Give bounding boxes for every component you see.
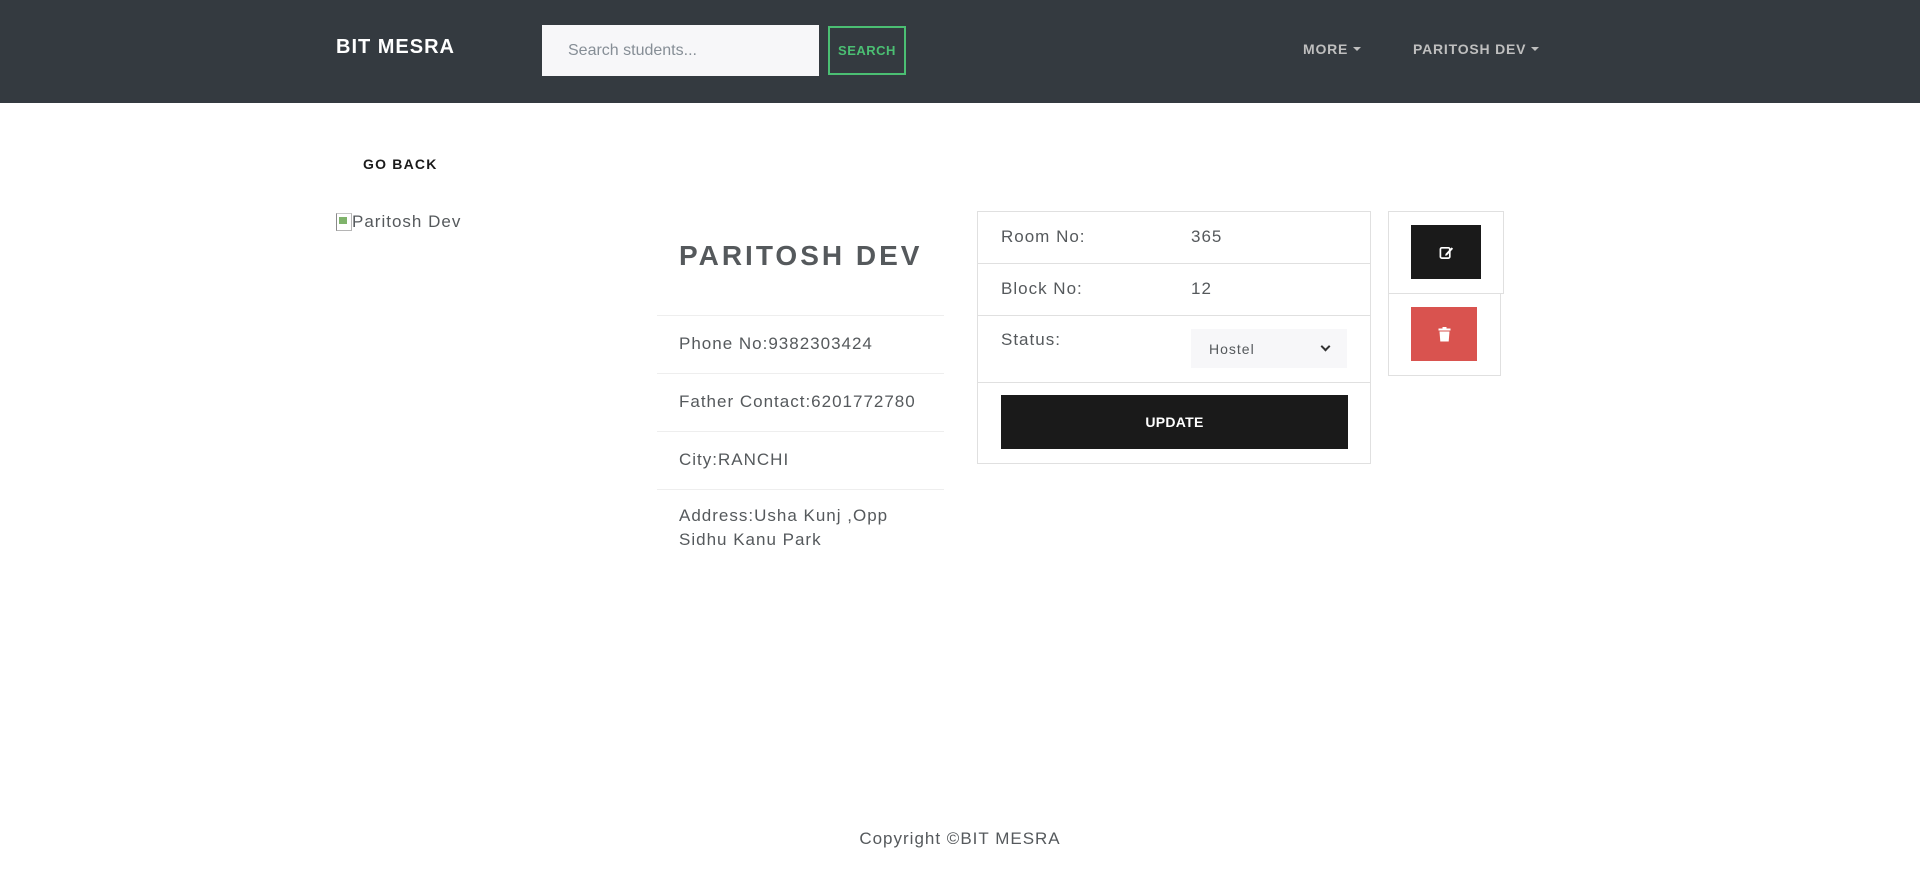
update-button[interactable]: UPDATE [1001, 395, 1348, 449]
status-label: Status: [1001, 330, 1061, 349]
status-selected-value: Hostel [1209, 340, 1255, 357]
trash-icon [1438, 326, 1450, 341]
edit-button[interactable] [1411, 225, 1481, 279]
father-contact-item: Father Contact:6201772780 [657, 373, 944, 431]
edit-icon [1439, 246, 1453, 259]
room-card: Room No: 365 Block No: 12 Status: Hostel… [977, 211, 1371, 464]
go-back-button[interactable]: GO BACK [363, 156, 438, 172]
more-dropdown-label: MORE [1303, 41, 1349, 57]
caret-down-icon [1531, 47, 1540, 51]
caret-down-icon [1353, 47, 1362, 51]
block-no-label: Block No: [1001, 279, 1083, 298]
footer-copyright: Copyright ©BIT MESRA [859, 829, 1061, 848]
address-item: Address:Usha Kunj ,Opp Sidhu Kanu Park [657, 489, 944, 569]
user-dropdown[interactable]: PARITOSH DEV [1413, 41, 1540, 57]
user-dropdown-label: PARITOSH DEV [1413, 41, 1527, 57]
chevron-down-icon [1320, 341, 1331, 352]
block-no-value: 12 [1191, 279, 1212, 298]
status-select[interactable]: Hostel [1191, 329, 1347, 368]
city-item: City:RANCHI [657, 431, 944, 489]
brand-logo[interactable]: BIT MESRA [336, 36, 455, 59]
student-photo: Paritosh Dev [336, 212, 461, 232]
more-dropdown[interactable]: MORE [1303, 41, 1362, 57]
search-input[interactable] [542, 25, 819, 76]
status-row: Status: Hostel [978, 316, 1370, 383]
edit-card [1388, 211, 1504, 294]
room-no-value: 365 [1191, 227, 1223, 246]
student-photo-alt: Paritosh Dev [352, 212, 462, 231]
student-info-list: Phone No:9382303424 Father Contact:62017… [657, 315, 944, 569]
top-navbar: BIT MESRA SEARCH MORE PARITOSH DEV [0, 0, 1920, 103]
broken-image-icon [336, 213, 352, 231]
room-no-label: Room No: [1001, 227, 1086, 246]
phone-item: Phone No:9382303424 [657, 315, 944, 373]
block-no-row: Block No: 12 [978, 264, 1370, 316]
delete-button[interactable] [1411, 307, 1477, 361]
student-name: PARITOSH DEV [679, 240, 923, 271]
room-no-row: Room No: 365 [978, 212, 1370, 264]
delete-card [1388, 294, 1501, 376]
search-button[interactable]: SEARCH [828, 26, 906, 75]
